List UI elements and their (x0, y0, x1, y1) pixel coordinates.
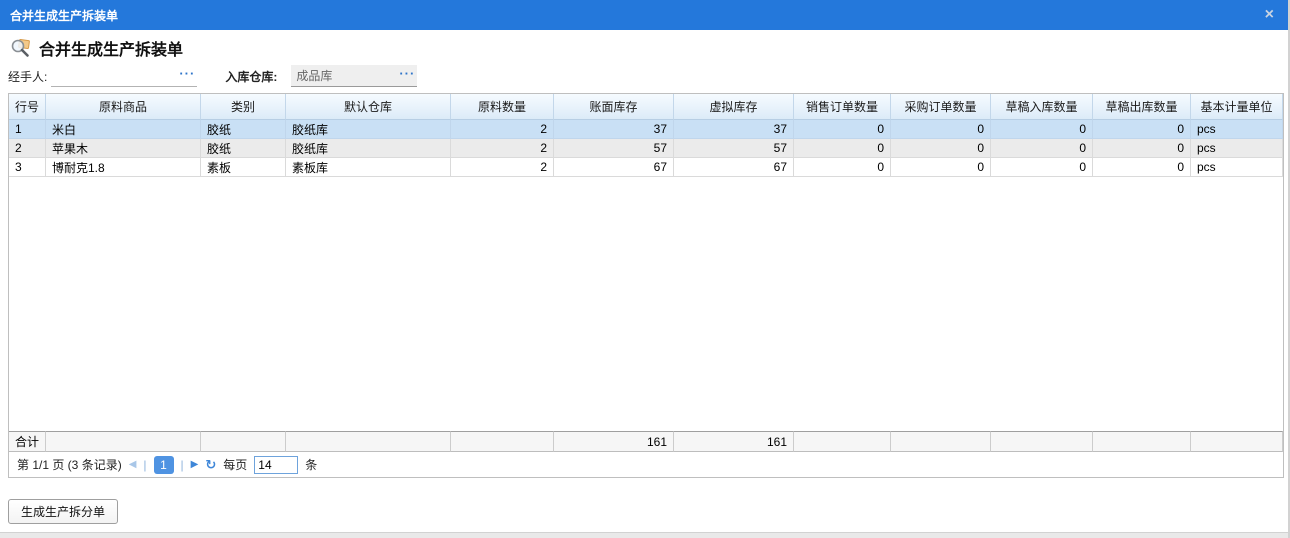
dialog-title: 合并生成生产拆装单 (10, 8, 119, 23)
table-cell: 2 (9, 139, 46, 158)
column-header[interactable]: 默认仓库 (286, 94, 451, 120)
totals-cell (794, 431, 891, 452)
table-cell: 0 (794, 158, 891, 177)
column-header[interactable]: 原料商品 (46, 94, 201, 120)
table-cell: 0 (1093, 120, 1191, 139)
dialog-titlebar: 合并生成生产拆装单 × (0, 0, 1288, 30)
column-header[interactable]: 类别 (201, 94, 286, 120)
warehouse-label: 入库仓库: (225, 69, 278, 84)
totals-cell (991, 431, 1093, 452)
column-header[interactable]: 虚拟库存 (674, 94, 794, 120)
generate-split-order-button[interactable]: 生成生产拆分单 (8, 499, 119, 524)
merge-production-dialog: 合并生成生产拆装单 × 合并生成生产拆装单 经手人: ··· 入库仓库: ···… (0, 0, 1290, 538)
table-cell: 0 (1093, 158, 1191, 177)
table-cell: 0 (891, 139, 991, 158)
table-cell: 0 (991, 139, 1093, 158)
totals-cell (1191, 431, 1283, 452)
table-cell: pcs (1191, 158, 1283, 177)
table-cell: pcs (1191, 120, 1283, 139)
handler-field: ··· (51, 65, 198, 87)
column-header[interactable]: 采购订单数量 (891, 94, 991, 120)
per-page-unit: 条 (305, 458, 318, 472)
table-cell: 0 (891, 158, 991, 177)
table-cell: 37 (554, 120, 674, 139)
current-page-button[interactable]: 1 (153, 455, 174, 474)
pagination-bar: 第 1/1 页 (3 条记录) ◀ | 1 | ▶ ↻ 每页 条 (9, 452, 1283, 477)
table-row[interactable]: 1 米白 胶纸 胶纸库 2 37 37 0 0 0 0 pcs (9, 120, 1283, 139)
totals-cell (201, 431, 286, 452)
totals-label: 合计 (9, 431, 46, 452)
table-cell: 胶纸库 (286, 120, 451, 139)
table-cell: 67 (554, 158, 674, 177)
table-cell: 2 (451, 139, 554, 158)
table-cell: 0 (891, 120, 991, 139)
refresh-icon[interactable]: ↻ (205, 457, 216, 473)
table-cell: 2 (451, 120, 554, 139)
handler-label: 经手人: (8, 69, 48, 84)
warehouse-field: ··· (291, 65, 418, 87)
page-header: 合并生成生产拆装单 (10, 36, 183, 60)
column-header[interactable]: 行号 (9, 94, 46, 120)
table-cell: 苹果木 (46, 139, 201, 158)
totals-cell (451, 431, 554, 452)
separator: | (180, 457, 184, 472)
table-cell: 博耐克1.8 (46, 158, 201, 177)
table-cell: 胶纸 (201, 120, 286, 139)
table-cell: 67 (674, 158, 794, 177)
warehouse-picker-icon[interactable]: ··· (399, 67, 415, 80)
totals-row: 合计 161 161 (9, 431, 1283, 452)
totals-cell (46, 431, 201, 452)
totals-cell: 161 (554, 431, 674, 452)
totals-cell (891, 431, 991, 452)
column-header[interactable]: 销售订单数量 (794, 94, 891, 120)
column-header[interactable]: 草稿出库数量 (1093, 94, 1191, 120)
table-cell: 胶纸库 (286, 139, 451, 158)
table-cell: 0 (991, 158, 1093, 177)
table-cell: 1 (9, 120, 46, 139)
table-row[interactable]: 3 博耐克1.8 素板 素板库 2 67 67 0 0 0 0 pcs (9, 158, 1283, 177)
table-cell: 胶纸 (201, 139, 286, 158)
table-cell: 素板 (201, 158, 286, 177)
table-cell: 素板库 (286, 158, 451, 177)
materials-grid: 行号 原料商品 类别 默认仓库 原料数量 账面库存 虚拟库存 销售订单数量 采购订单数量 草稿入库… (8, 93, 1284, 478)
column-header[interactable]: 草稿入库数量 (991, 94, 1093, 120)
pagination-summary: 第 1/1 页 (3 条记录) (17, 458, 122, 472)
table-header-row: 行号 原料商品 类别 默认仓库 原料数量 账面库存 虚拟库存 销售订单数量 采购订单数量 草稿入库… (9, 94, 1283, 120)
table-cell: 米白 (46, 120, 201, 139)
table-cell: 2 (451, 158, 554, 177)
table-cell: 57 (554, 139, 674, 158)
per-page-label: 每页 (223, 458, 248, 472)
separator: | (143, 457, 147, 472)
materials-table: 行号 原料商品 类别 默认仓库 原料数量 账面库存 虚拟库存 销售订单数量 采购订单数量 草稿入库… (9, 94, 1283, 177)
prev-page-icon[interactable]: ◀ (129, 459, 137, 470)
table-cell: 0 (794, 120, 891, 139)
table-row[interactable]: 2 苹果木 胶纸 胶纸库 2 57 57 0 0 0 0 pcs (9, 139, 1283, 158)
table-cell: 0 (1093, 139, 1191, 158)
totals-cell (1093, 431, 1191, 452)
per-page-input[interactable] (254, 455, 299, 474)
table-cell: pcs (1191, 139, 1283, 158)
dialog-bottom-edge (0, 532, 1288, 538)
table-cell: 57 (674, 139, 794, 158)
close-icon[interactable]: × (1261, 7, 1278, 23)
column-header[interactable]: 基本计量单位 (1191, 94, 1283, 120)
column-header[interactable]: 原料数量 (451, 94, 554, 120)
table-cell: 37 (674, 120, 794, 139)
table-cell: 0 (794, 139, 891, 158)
table-cell: 0 (991, 120, 1093, 139)
table-cell: 3 (9, 158, 46, 177)
column-header[interactable]: 账面库存 (554, 94, 674, 120)
totals-cell (286, 431, 451, 452)
next-page-icon[interactable]: ▶ (191, 459, 199, 470)
totals-cell: 161 (674, 431, 794, 452)
grid-empty-area (9, 177, 1283, 431)
totals-table: 合计 161 161 (9, 431, 1283, 452)
page-title: 合并生成生产拆装单 (39, 42, 184, 59)
form-row: 经手人: ··· 入库仓库: ··· (8, 64, 418, 88)
table-body: 1 米白 胶纸 胶纸库 2 37 37 0 0 0 0 pcs 2 苹果木 胶纸 胶纸库 2 57 57 0 0 0 0 pc… (9, 120, 1283, 177)
handler-picker-icon[interactable]: ··· (179, 67, 195, 80)
magnifier-document-icon (10, 38, 31, 58)
handler-input[interactable] (51, 65, 198, 86)
